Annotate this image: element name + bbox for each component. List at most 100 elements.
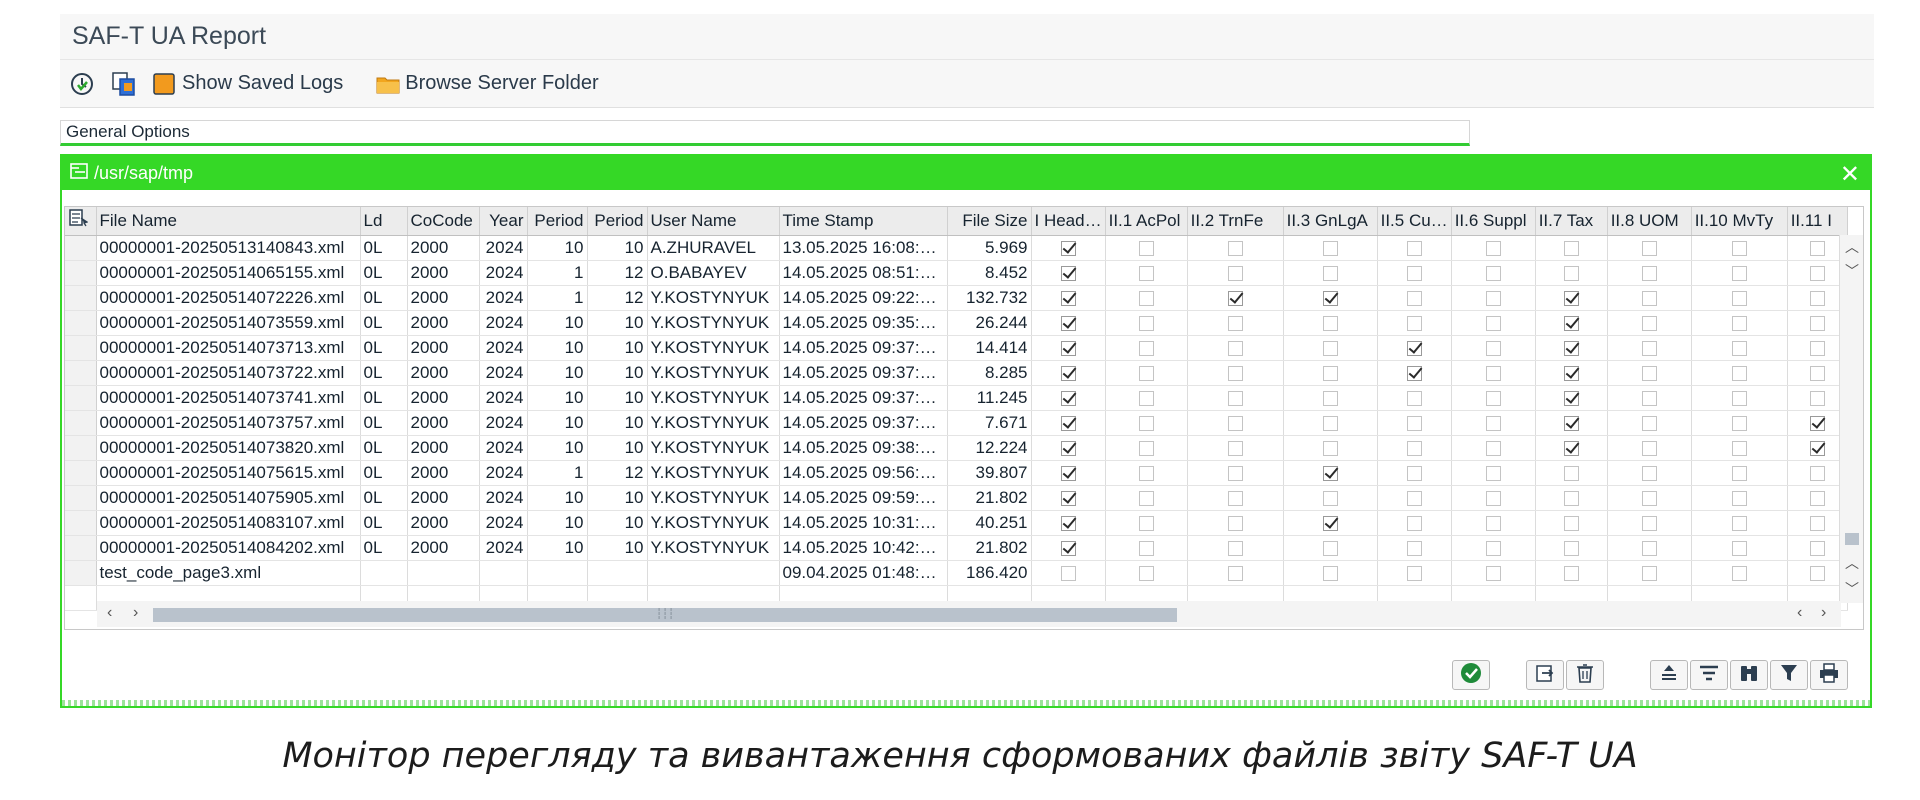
row-selector[interactable] xyxy=(65,560,97,586)
unchecked-checkbox xyxy=(1406,465,1422,481)
user-name-cell: Y.KOSTYNYUK xyxy=(647,335,780,361)
row-selector[interactable] xyxy=(65,285,97,311)
scroll-right-icon[interactable]: › xyxy=(133,604,138,622)
column-header[interactable]: II.5 Cu… xyxy=(1377,207,1452,236)
column-header[interactable]: Period xyxy=(587,207,648,236)
browse-server-folder-button[interactable]: Browse Server Folder xyxy=(375,72,616,96)
show-saved-logs-button[interactable]: Show Saved Logs xyxy=(152,72,361,96)
column-header[interactable]: Ld xyxy=(360,207,408,236)
toolbar: Show Saved Logs Browse Server Folder xyxy=(60,60,1874,108)
filter-button[interactable] xyxy=(1770,660,1808,690)
row-selector[interactable] xyxy=(65,535,97,561)
find-button[interactable] xyxy=(1730,660,1768,690)
column-header[interactable]: II.8 UOM xyxy=(1607,207,1692,236)
export-button[interactable] xyxy=(1526,660,1564,690)
period-from-cell: 10 xyxy=(527,510,588,536)
period-to-cell: 10 xyxy=(587,235,648,261)
row-selector[interactable] xyxy=(65,510,97,536)
table-row[interactable]: test_code_page3.xml 09.04.2025 01:48:… 186… xyxy=(65,560,1848,586)
horizontal-scroll-thumb[interactable]: ┆┆┆ xyxy=(153,608,1177,622)
refresh-clock-icon[interactable] xyxy=(68,70,96,98)
general-options-tab[interactable]: General Options xyxy=(60,120,1470,146)
table-row[interactable]: 00000001-20250513140843.xml 0L 2000 2024 10 1… xyxy=(65,235,1848,261)
row-selector[interactable] xyxy=(65,385,97,411)
section-flag-cell xyxy=(1377,260,1452,286)
year-cell: 2024 xyxy=(479,310,528,336)
column-header[interactable]: II.11 I xyxy=(1787,207,1848,236)
checked-checkbox xyxy=(1060,465,1076,481)
column-header[interactable]: Time Stamp xyxy=(779,207,948,236)
table-row[interactable]: 00000001-20250514072226.xml 0L 2000 2024 1 12… xyxy=(65,285,1848,311)
filter-lines-button[interactable] xyxy=(1690,660,1728,690)
column-header[interactable]: Period xyxy=(527,207,588,236)
close-icon[interactable]: ✕ xyxy=(1840,160,1860,189)
table-row[interactable]: 00000001-20250514073741.xml 0L 2000 2024 10 1… xyxy=(65,385,1848,411)
row-selector[interactable] xyxy=(65,460,97,486)
section-flag-cell xyxy=(1283,285,1378,311)
table-row[interactable]: 00000001-20250514065155.xml 0L 2000 2024 1 12… xyxy=(65,260,1848,286)
column-header[interactable]: File Size xyxy=(947,207,1032,236)
column-header[interactable]: II.7 Tax xyxy=(1535,207,1608,236)
section-flag-cell xyxy=(1105,310,1188,336)
file-size-cell: 132.732 xyxy=(947,285,1032,311)
column-header[interactable]: II.2 TrnFe xyxy=(1187,207,1284,236)
table-row[interactable]: 00000001-20250514075905.xml 0L 2000 2024 10 1… xyxy=(65,485,1848,511)
column-header[interactable]: File Name xyxy=(96,207,361,236)
section-flag-cell xyxy=(1691,285,1788,311)
sort-button[interactable] xyxy=(1650,660,1688,690)
time-stamp-cell: 14.05.2025 10:42:… xyxy=(779,535,948,561)
row-selector[interactable] xyxy=(65,435,97,461)
table-row[interactable]: 00000001-20250514073713.xml 0L 2000 2024 10 1… xyxy=(65,335,1848,361)
scroll-up-icon[interactable]: ︿ xyxy=(1840,553,1863,573)
scroll-down-icon[interactable]: ﹀ xyxy=(1840,579,1863,599)
scroll-up-icon[interactable]: ︿ xyxy=(1840,237,1863,257)
row-selector[interactable] xyxy=(65,260,97,286)
year-cell: 2024 xyxy=(479,485,528,511)
vertical-scroll-thumb[interactable] xyxy=(1845,533,1859,545)
table-row[interactable]: 00000001-20250514084202.xml 0L 2000 2024 10 1… xyxy=(65,535,1848,561)
column-header[interactable]: II.1 AcPol xyxy=(1105,207,1188,236)
column-header[interactable]: User Name xyxy=(647,207,780,236)
column-header[interactable]: I Head… xyxy=(1031,207,1106,236)
table-row[interactable]: 00000001-20250514073559.xml 0L 2000 2024 10 1… xyxy=(65,310,1848,336)
unchecked-checkbox xyxy=(1406,290,1422,306)
row-selector[interactable] xyxy=(65,235,97,261)
scroll-left-icon[interactable]: ‹ xyxy=(107,604,112,622)
horizontal-scrollbar[interactable]: ‹ › ┆┆┆ ‹ › xyxy=(97,601,1841,627)
unchecked-checkbox xyxy=(1406,315,1422,331)
confirm-button[interactable] xyxy=(1452,660,1490,690)
row-selector[interactable] xyxy=(65,310,97,336)
print-button[interactable] xyxy=(1810,660,1848,690)
copy-icon[interactable] xyxy=(110,70,138,98)
row-selector[interactable] xyxy=(65,410,97,436)
table-row[interactable]: 00000001-20250514083107.xml 0L 2000 2024 10 1… xyxy=(65,510,1848,536)
table-row[interactable]: 00000001-20250514073722.xml 0L 2000 2024 10 1… xyxy=(65,360,1848,386)
user-name-cell: Y.KOSTYNYUK xyxy=(647,385,780,411)
checked-checkbox xyxy=(1322,290,1338,306)
unchecked-checkbox xyxy=(1485,315,1501,331)
column-header[interactable]: II.10 MvTy xyxy=(1691,207,1788,236)
section-flag-cell xyxy=(1105,460,1188,486)
table-row[interactable]: 00000001-20250514073757.xml 0L 2000 2024 10 1… xyxy=(65,410,1848,436)
table-row[interactable]: 00000001-20250514073820.xml 0L 2000 2024 10 1… xyxy=(65,435,1848,461)
delete-button[interactable] xyxy=(1566,660,1604,690)
company-code-cell: 2000 xyxy=(407,235,480,261)
row-selector[interactable] xyxy=(65,360,97,386)
section-flag-cell xyxy=(1691,260,1788,286)
layout-icon[interactable] xyxy=(65,207,97,236)
column-header[interactable]: Year xyxy=(479,207,528,236)
column-header[interactable]: II.3 GnLgA xyxy=(1283,207,1378,236)
period-to-cell: 10 xyxy=(587,535,648,561)
row-selector[interactable] xyxy=(65,485,97,511)
section-flag-cell xyxy=(1187,560,1284,586)
vertical-scrollbar[interactable]: ︿ ﹀ ︿ ﹀ xyxy=(1839,235,1863,603)
scroll-right-icon[interactable]: › xyxy=(1821,604,1826,622)
file-size-cell: 21.802 xyxy=(947,535,1032,561)
column-header[interactable]: CoCode xyxy=(407,207,480,236)
scroll-left-icon[interactable]: ‹ xyxy=(1797,604,1802,622)
column-header[interactable]: II.6 Suppl xyxy=(1451,207,1536,236)
scroll-down-icon[interactable]: ﹀ xyxy=(1840,261,1863,281)
row-selector[interactable] xyxy=(65,335,97,361)
section-flag-cell xyxy=(1691,360,1788,386)
table-row[interactable]: 00000001-20250514075615.xml 0L 2000 2024 1 12… xyxy=(65,460,1848,486)
